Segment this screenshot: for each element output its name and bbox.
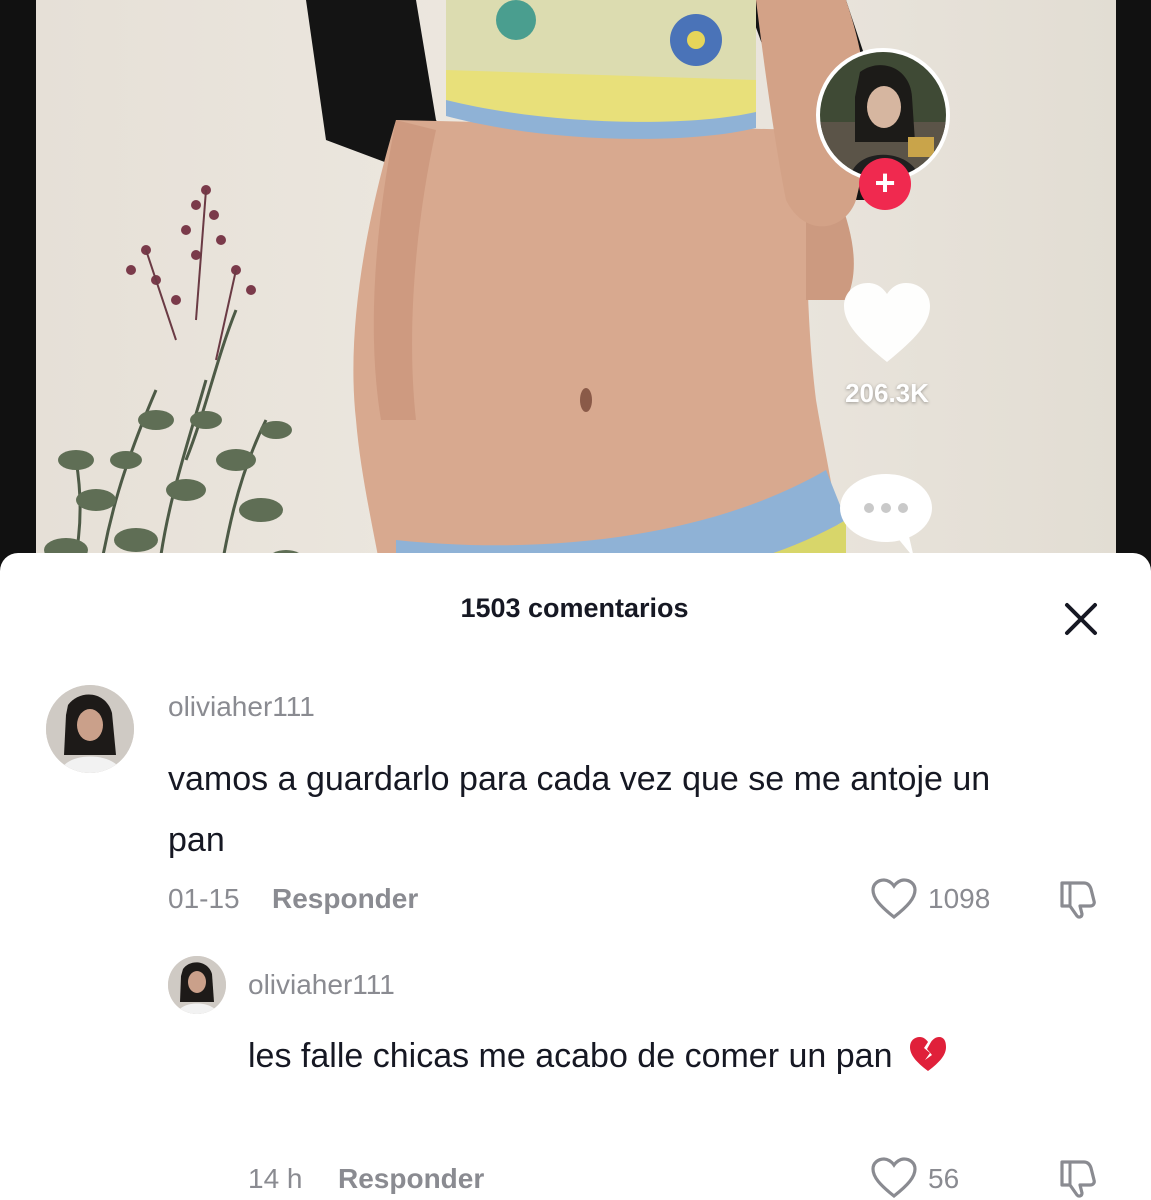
comment-like-icon[interactable] bbox=[870, 877, 918, 921]
reply-username[interactable]: oliviaher111 bbox=[248, 969, 395, 1001]
video-player[interactable]: + 206.3K bbox=[0, 0, 1151, 600]
video-frame bbox=[36, 0, 1116, 600]
avatar-image bbox=[46, 685, 134, 773]
comment-like-count: 1098 bbox=[928, 883, 991, 914]
comments-sheet: 1503 comentarios oliviaher111 vamos a gu… bbox=[0, 553, 1151, 1200]
comment-time: 01-15 bbox=[168, 883, 240, 914]
tiktok-screen: + 206.3K 1503 comentarios oliviaher111 v… bbox=[0, 0, 1151, 1200]
reply-avatar[interactable] bbox=[168, 956, 226, 1014]
comment-text-content: vamos a guardarlo para cada vez que se m… bbox=[168, 760, 991, 859]
reply-like-count: 56 bbox=[928, 1163, 960, 1194]
like-button[interactable] bbox=[840, 280, 934, 366]
reply-time: 14 h bbox=[248, 1163, 303, 1194]
video-subject bbox=[306, 0, 886, 600]
reply-button[interactable]: Responder bbox=[272, 883, 418, 915]
reply-avatar-image bbox=[168, 956, 226, 1014]
avatar[interactable] bbox=[46, 685, 134, 773]
comment-button[interactable] bbox=[836, 470, 936, 560]
comment-username[interactable]: oliviaher111 bbox=[168, 691, 315, 723]
reply-dislike-icon[interactable] bbox=[1056, 1156, 1100, 1200]
reply-reply-button[interactable]: Responder bbox=[338, 1163, 484, 1195]
comment-text: vamos a guardarlo para cada vez que se m… bbox=[168, 749, 1028, 871]
dislike-icon[interactable] bbox=[1056, 877, 1100, 921]
close-icon[interactable] bbox=[1061, 599, 1101, 639]
plant-decoration bbox=[44, 185, 304, 600]
broken-heart-icon bbox=[909, 1037, 946, 1071]
reply-text: les falle chicas me acabo de comer un pa… bbox=[248, 1026, 1048, 1087]
comments-title: 1503 comentarios bbox=[460, 593, 689, 623]
like-count: 206.3K bbox=[845, 378, 929, 408]
follow-button[interactable]: + bbox=[859, 158, 911, 210]
reply-text-content: les falle chicas me acabo de comer un pa… bbox=[248, 1037, 893, 1075]
reply-like-icon[interactable] bbox=[870, 1156, 918, 1200]
